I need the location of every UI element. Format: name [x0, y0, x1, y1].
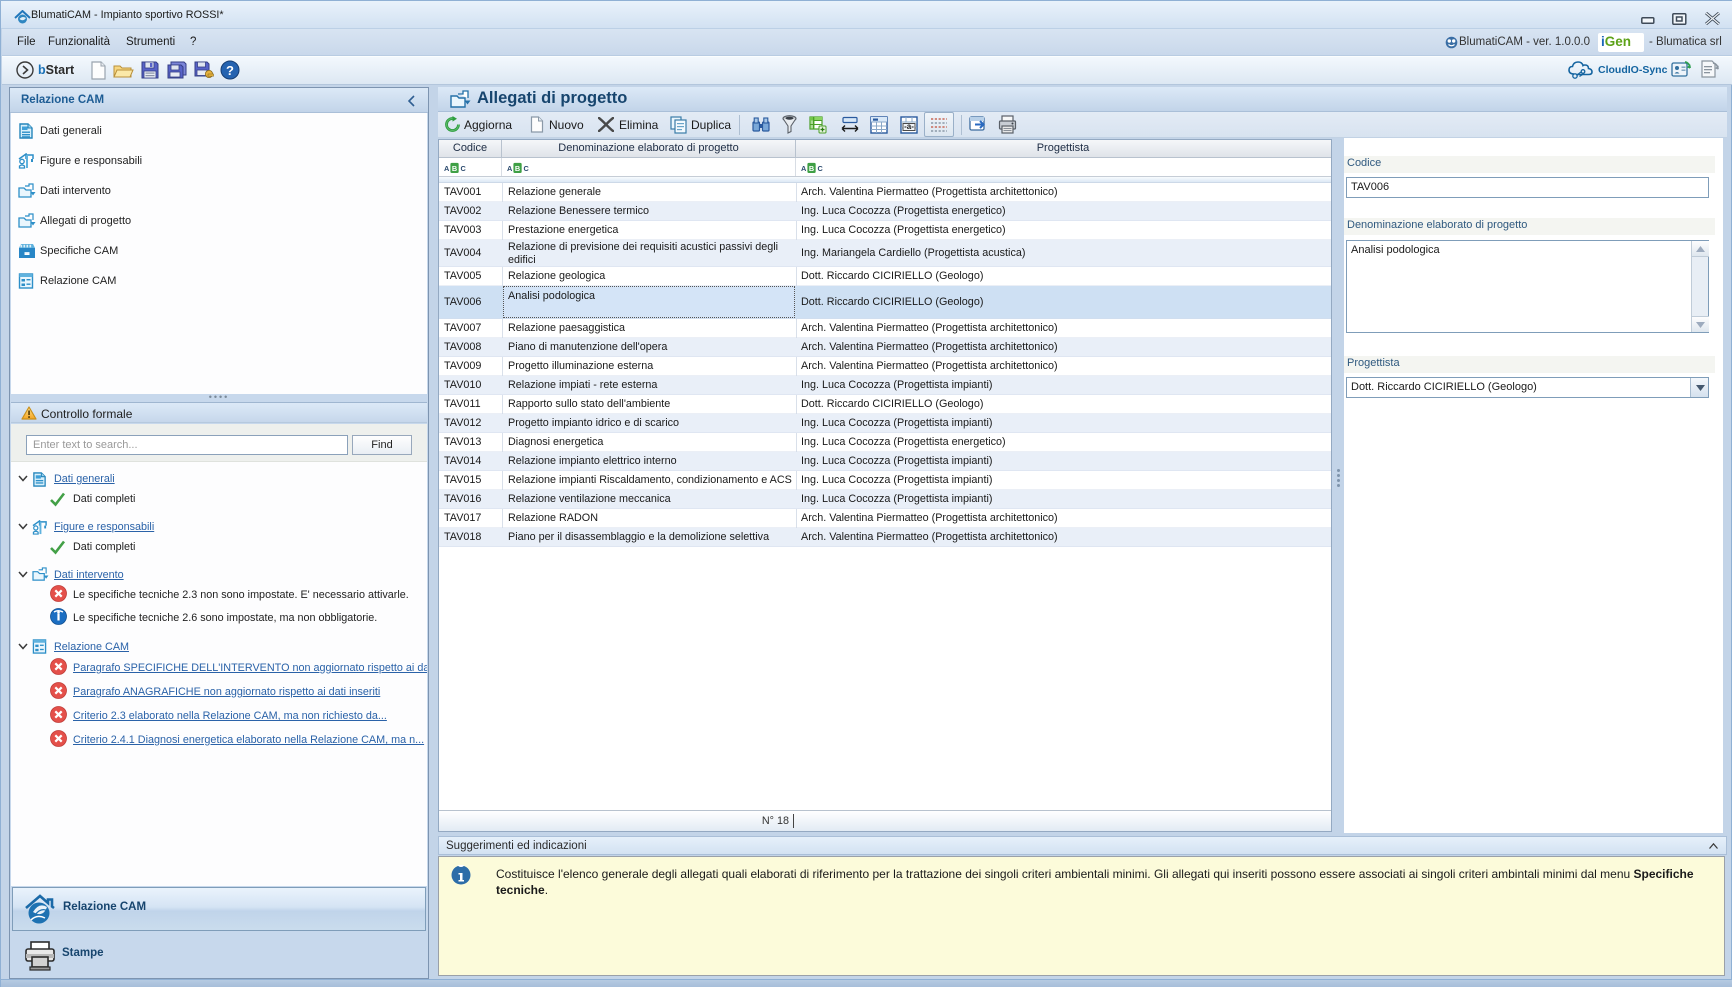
- svg-text:A: A: [801, 164, 807, 173]
- svg-text:B: B: [452, 164, 457, 173]
- svg-text:A: A: [444, 164, 450, 173]
- svg-text:-a-: -a-: [904, 122, 914, 131]
- svg-text:C: C: [461, 164, 467, 173]
- svg-text:C: C: [818, 164, 824, 173]
- svg-text:A: A: [507, 164, 513, 173]
- svg-text:C: C: [524, 164, 530, 173]
- svg-text:B: B: [515, 164, 520, 173]
- svg-text:?: ?: [226, 63, 234, 78]
- svg-text:B: B: [809, 164, 814, 173]
